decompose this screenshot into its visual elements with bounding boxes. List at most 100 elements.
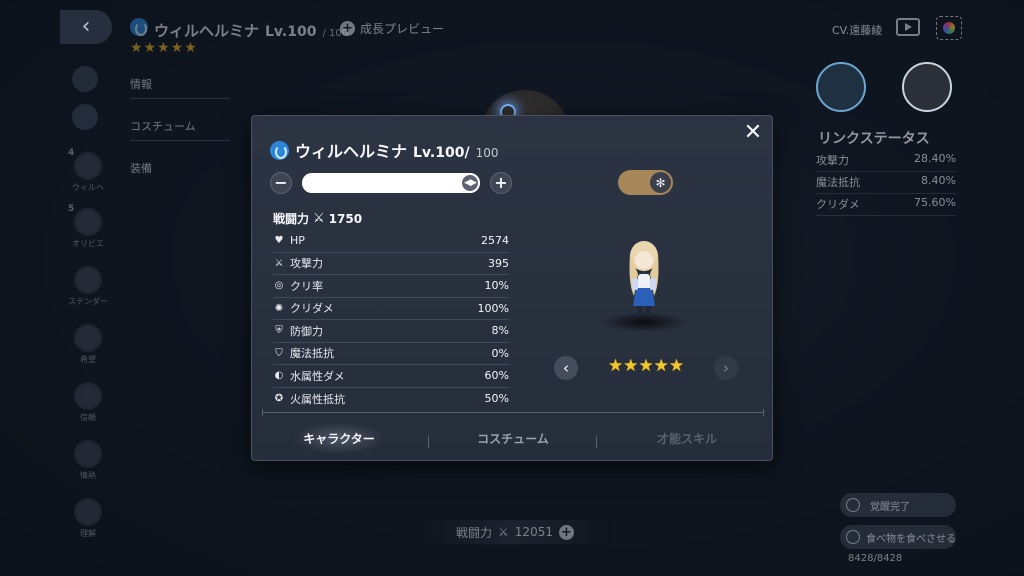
party-member-name: 情熱 [80, 471, 96, 480]
plus-icon: + [494, 173, 508, 192]
combat-power: 戦闘力 ⚔ 1750 [273, 210, 362, 227]
party-member[interactable]: ステンダー [66, 266, 110, 307]
stat-row-crit-rate: ◎ クリ率 10% [273, 275, 509, 298]
party-member-name: ウィルヘ [72, 183, 104, 192]
profile-icon[interactable] [72, 66, 98, 92]
stat-label: クリダメ [290, 302, 334, 316]
header-name-text: ウィルヘルミナ [154, 22, 260, 40]
stat-value: 2574 [481, 234, 509, 248]
party-member-name: 理解 [80, 529, 96, 538]
menu-divider [130, 98, 230, 99]
crit-rate-icon: ◎ [274, 280, 284, 292]
combat-power-value: 1750 [328, 211, 363, 226]
magic-shield-icon: ⛉ [275, 347, 283, 359]
menu-costume[interactable]: コスチューム [130, 118, 196, 134]
modal-title: ウィルヘルミナ Lv.100/ 100 [270, 138, 498, 162]
minus-icon: − [274, 173, 288, 192]
party-member[interactable]: 信頼 [66, 382, 110, 423]
snowflake-icon: ✻ [655, 175, 666, 190]
stat-label: 魔法抵抗 [290, 347, 334, 361]
voice-actor-label: CV.遠藤綾 [832, 24, 883, 37]
level-slider[interactable]: ◀▶ [302, 173, 480, 193]
link-status-label: 攻撃力 [816, 154, 849, 167]
link-emblem-icon[interactable] [816, 62, 866, 112]
party-member-name: 信頼 [80, 413, 96, 422]
stat-row-hp: ♥ HP 2574 [273, 230, 509, 253]
stat-value: 8% [491, 324, 509, 338]
awaken-icon [846, 498, 860, 512]
list-icon[interactable] [72, 104, 98, 130]
slider-handle-icon[interactable]: ◀▶ [462, 175, 478, 191]
stat-label: クリ率 [290, 279, 323, 293]
avatar [74, 324, 102, 352]
previous-button[interactable]: ‹ [554, 356, 578, 380]
header-character-name: ウィルヘルミナ Lv.100 / 100 [130, 18, 348, 41]
feed-count: 8428/8428 [848, 553, 903, 564]
level-slider-fill [302, 173, 480, 193]
avatar [74, 152, 102, 180]
party-member[interactable]: 理解 [66, 498, 110, 539]
party-member[interactable]: 希望 [66, 324, 110, 365]
flower-icon[interactable] [936, 16, 962, 40]
back-button[interactable]: ‹ [60, 10, 112, 44]
avatar [74, 266, 102, 294]
heart-icon [846, 530, 860, 544]
link-character-avatar[interactable] [902, 62, 952, 112]
display-toggle[interactable]: ✻ [618, 170, 673, 195]
swords-icon: ⚔ [313, 211, 325, 226]
stat-row-defense: ⛨ 防御力 8% [273, 320, 509, 343]
tab-separator [428, 436, 429, 448]
close-icon: ✕ [743, 120, 763, 145]
shield-icon: ⛨ [275, 325, 283, 337]
party-member[interactable]: 5 オリビエ [66, 204, 110, 249]
tab-talent-skill[interactable]: 才能スキル [600, 430, 774, 447]
growth-preview-button[interactable]: + 成長プレビュー [340, 20, 444, 37]
stat-row-crit-damage: ✺ クリダメ 100% [273, 298, 509, 320]
awake-label: 覚醒完了 [870, 501, 910, 513]
star-rating: ★★★★★ [607, 356, 685, 376]
video-play-icon[interactable] [896, 18, 920, 36]
tab-character[interactable]: キャラクター [252, 421, 426, 454]
stat-value: 10% [484, 279, 509, 293]
plus-icon[interactable]: + [558, 524, 574, 540]
close-button[interactable]: ✕ [742, 122, 764, 144]
modal-character-name: ウィルヘルミナ [295, 142, 408, 161]
feed-button[interactable]: 食べ物を食べさせる [840, 525, 956, 549]
stat-label: 攻撃力 [290, 257, 323, 271]
stat-label: 水属性ダメ [290, 369, 345, 383]
avatar [74, 208, 102, 236]
toggle-knob: ✻ [650, 172, 671, 193]
chevron-left-icon: ‹ [81, 14, 91, 39]
menu-info[interactable]: 情報 [130, 76, 152, 92]
party-member[interactable]: 4 ウィルヘ [66, 148, 110, 193]
sword-icon: ⚔ [274, 257, 284, 269]
tab-costume[interactable]: コスチューム [426, 430, 600, 447]
feed-label: 食べ物を食べさせる [866, 533, 956, 545]
link-status-title: リンクステータス [818, 131, 930, 147]
bottom-power-value: 12051 [514, 525, 553, 539]
next-button[interactable]: › [714, 356, 738, 380]
party-member[interactable]: 情熱 [66, 440, 110, 481]
level-increase-button[interactable]: + [490, 172, 512, 194]
stats-list: ♥ HP 2574 ⚔ 攻撃力 395 ◎ クリ率 10% ✺ クリダメ 100% ⛨ 防… [273, 230, 509, 410]
link-status-row: 攻撃力 28.40% [816, 152, 956, 172]
party-member-name: 希望 [80, 355, 96, 364]
level-decrease-button[interactable]: − [270, 172, 292, 194]
stat-row-fire-resist: ✪ 火属性抵抗 50% [273, 388, 509, 411]
party-number: 4 [68, 148, 75, 158]
chevron-left-icon: ‹ [563, 359, 569, 377]
character-sprite [629, 241, 659, 316]
tab-separator [596, 436, 597, 448]
header-level: Lv.100 [265, 24, 317, 40]
menu-equipment[interactable]: 装備 [130, 160, 152, 176]
awakening-complete-button[interactable]: 覚醒完了 [840, 493, 956, 517]
header-stars: ★★★★★ [130, 40, 198, 56]
water-element-icon [130, 18, 148, 36]
link-status-label: クリダメ [816, 198, 860, 211]
menu-divider [130, 140, 230, 141]
stat-value: 0% [491, 346, 509, 360]
swords-icon: ⚔ [498, 525, 509, 539]
bottom-power-label: 戦闘力 [456, 525, 493, 540]
modal-level: Lv.100/ [413, 145, 470, 161]
party-number: 5 [68, 204, 75, 214]
